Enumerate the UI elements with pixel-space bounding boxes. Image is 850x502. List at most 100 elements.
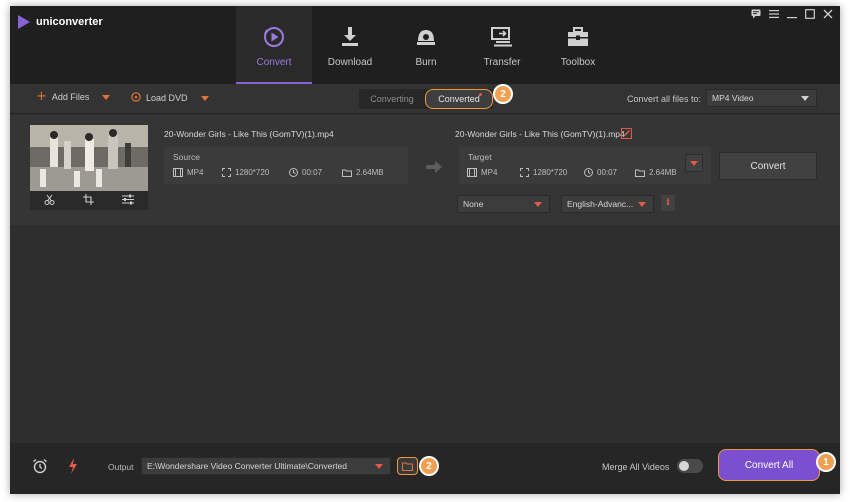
target-format: MP4 <box>467 168 497 177</box>
target-resolution-value: 1280*720 <box>533 168 568 177</box>
subtitle-select[interactable]: None <box>457 195 550 213</box>
source-file-name: 20-Wonder Girls - Like This (GomTV)(1).m… <box>164 129 334 139</box>
load-dvd-button[interactable]: Load DVD <box>131 92 209 104</box>
step-badge: 2 <box>493 84 513 104</box>
add-files-button[interactable]: + Add Files <box>36 89 111 104</box>
tab-converting[interactable]: Converting <box>359 89 425 109</box>
merge-all-videos-label: Merge All Videos <box>602 462 670 472</box>
close-icon[interactable] <box>822 9 834 21</box>
app-window: uniconverter Convert Download Burn Trans… <box>10 6 840 494</box>
plus-icon: + <box>36 89 47 104</box>
tab-converted-label: Converted <box>438 94 480 104</box>
step-badge: 2 <box>419 456 439 476</box>
source-duration: 00:07 <box>289 168 322 177</box>
target-file-name: 20-Wonder Girls - Like This (GomTV)(1).m… <box>455 129 625 139</box>
maximize-icon[interactable] <box>804 9 816 21</box>
tab-toolbox[interactable]: Toolbox <box>540 6 616 84</box>
feedback-icon[interactable] <box>750 9 762 21</box>
convert-all-to-label: Convert all files to: <box>627 94 702 104</box>
open-folder-button[interactable] <box>397 457 418 475</box>
new-dot <box>479 93 482 96</box>
thumbnail-tools <box>30 191 148 210</box>
toolbar: + Add Files Load DVD Converting Converte… <box>10 84 840 114</box>
dvd-icon <box>131 92 141 104</box>
source-duration-value: 00:07 <box>302 168 323 177</box>
target-format-dropdown[interactable] <box>685 154 703 172</box>
top-bar: uniconverter Convert Download Burn Trans… <box>10 6 840 84</box>
chevron-down-icon <box>534 202 542 207</box>
app-title: uniconverter <box>36 16 103 28</box>
film-icon <box>173 168 183 177</box>
window-controls <box>750 9 834 21</box>
target-duration-value: 00:07 <box>597 168 618 177</box>
source-resolution: 1280*720 <box>222 168 269 177</box>
target-format-value: MP4 <box>481 168 498 177</box>
bottom-bar: Output E:\Wondershare Video Converter Ul… <box>10 443 840 494</box>
source-size: 2.64MB <box>342 168 384 177</box>
tab-download[interactable]: Download <box>312 6 388 84</box>
resize-icon <box>520 168 529 177</box>
output-format-value: MP4 Video <box>712 93 754 103</box>
chevron-down-icon[interactable] <box>102 94 111 100</box>
tab-convert[interactable]: Convert <box>236 6 312 84</box>
tab-download-label: Download <box>327 57 373 68</box>
minimize-icon[interactable] <box>786 9 798 21</box>
source-panel: Source MP4 1280*720 00:07 2.64MB <box>164 147 408 184</box>
audio-track-value: English-Advanc... <box>567 199 634 209</box>
chevron-down-icon <box>375 464 383 469</box>
arrow-right-icon <box>426 160 442 178</box>
toolbox-icon <box>567 26 589 48</box>
download-icon <box>341 26 359 48</box>
video-thumbnail[interactable] <box>30 125 148 191</box>
target-size: 2.64MB <box>635 168 677 177</box>
source-format-value: MP4 <box>187 168 204 177</box>
clock-icon <box>584 168 593 177</box>
chevron-down-icon[interactable] <box>200 95 209 101</box>
tab-burn[interactable]: Burn <box>388 6 464 84</box>
tab-converted[interactable]: Converted <box>425 89 493 109</box>
convert-button[interactable]: Convert <box>719 152 817 180</box>
film-icon <box>467 168 477 177</box>
target-resolution: 1280*720 <box>520 168 567 177</box>
output-format-select[interactable]: MP4 Video <box>706 89 817 107</box>
tab-convert-label: Convert <box>256 57 292 68</box>
output-path-select[interactable]: E:\Wondershare Video Converter Ultimate\… <box>141 457 391 475</box>
output-path-value: E:\Wondershare Video Converter Ultimate\… <box>147 461 348 471</box>
folder-icon <box>402 461 413 471</box>
convert-icon <box>263 26 285 48</box>
alarm-clock-icon[interactable] <box>32 458 48 479</box>
chevron-down-icon <box>690 161 698 166</box>
menu-icon[interactable] <box>768 9 780 21</box>
tab-toolbox-label: Toolbox <box>560 57 596 68</box>
source-size-value: 2.64MB <box>356 168 384 177</box>
effects-icon[interactable] <box>122 192 134 210</box>
burn-icon <box>416 26 436 48</box>
target-size-value: 2.64MB <box>649 168 677 177</box>
tab-burn-label: Burn <box>415 57 437 68</box>
add-files-label: Add Files <box>51 92 90 102</box>
convert-all-button[interactable]: Convert All <box>718 449 820 481</box>
status-tabs: Converting Converted <box>359 89 493 109</box>
load-dvd-label: Load DVD <box>146 93 188 103</box>
lightning-icon[interactable] <box>68 458 78 479</box>
resize-icon <box>222 168 231 177</box>
target-label: Target <box>468 152 492 162</box>
file-row: 20-Wonder Girls - Like This (GomTV)(1).m… <box>10 115 840 225</box>
audio-track-select[interactable]: English-Advanc... <box>561 195 654 213</box>
app-logo: uniconverter <box>18 15 103 29</box>
folder-icon <box>342 169 352 177</box>
tab-transfer[interactable]: Transfer <box>464 6 540 84</box>
info-icon[interactable]: i <box>661 195 675 211</box>
trim-icon[interactable] <box>44 192 55 210</box>
output-label: Output <box>108 462 134 472</box>
transfer-icon <box>491 26 513 48</box>
chevron-down-icon <box>638 202 646 207</box>
merge-all-videos-toggle[interactable] <box>677 459 703 473</box>
step-badge: 1 <box>816 452 836 472</box>
edit-icon[interactable] <box>621 126 632 144</box>
source-resolution-value: 1280*720 <box>235 168 270 177</box>
tab-transfer-label: Transfer <box>483 57 521 68</box>
chevron-down-icon <box>801 96 809 101</box>
source-label: Source <box>173 152 200 162</box>
crop-icon[interactable] <box>83 192 94 210</box>
